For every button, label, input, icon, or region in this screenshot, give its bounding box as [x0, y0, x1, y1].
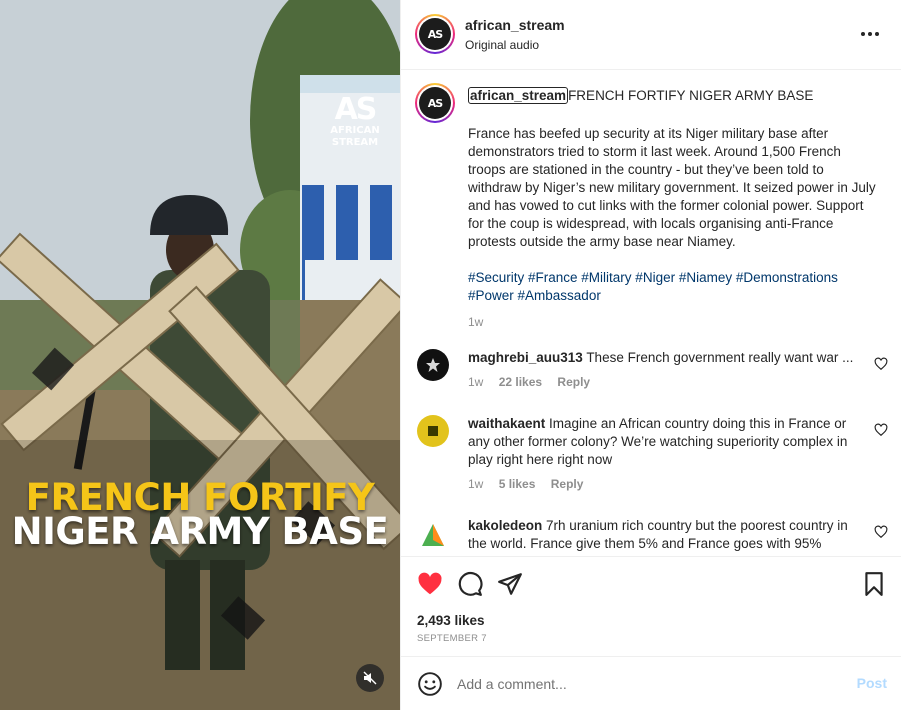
comment-time[interactable]: 1w: [468, 375, 483, 389]
avatar-logo: AS: [419, 87, 451, 119]
post-header: AS african_stream Original audio: [401, 0, 901, 70]
comment-text-block: waithakaent Imagine an African country d…: [468, 415, 868, 469]
comment-text: These French government really want war …: [586, 350, 854, 365]
caption-hashtags[interactable]: #Security #France #Military #Niger #Niam…: [468, 269, 878, 305]
badge-avatar-icon: [428, 426, 438, 436]
commenter-avatar[interactable]: [417, 415, 449, 447]
share-icon[interactable]: [497, 571, 523, 597]
post-actions: 2,493 likes SEPTEMBER 7: [401, 556, 901, 656]
flag-avatar-icon: [422, 524, 444, 546]
comment-composer: Post: [401, 656, 901, 710]
mute-button[interactable]: [356, 664, 384, 692]
post-details-panel: AS african_stream Original audio AS afri…: [400, 0, 901, 710]
caption-title: FRENCH FORTIFY NIGER ARMY BASE: [568, 88, 814, 103]
caption-avatar[interactable]: AS: [415, 83, 455, 123]
comment-time[interactable]: 1w: [468, 477, 483, 491]
emoji-icon[interactable]: [417, 671, 443, 697]
heart-outline-icon[interactable]: [874, 525, 888, 539]
avatar-logo: AS: [419, 18, 451, 50]
reply-button[interactable]: Reply: [551, 477, 584, 491]
comment-username[interactable]: kakoledeon: [468, 518, 542, 533]
heart-outline-icon[interactable]: [874, 423, 888, 437]
likes-count[interactable]: 2,493 likes: [417, 613, 485, 628]
african-stream-watermark: AS AFRICAN STREAM: [310, 95, 400, 149]
heart-filled-icon[interactable]: [417, 571, 443, 597]
more-horizontal-icon: [861, 32, 865, 36]
post-caption: african_stream FRENCH FORTIFY NIGER ARMY …: [468, 87, 878, 331]
post-media[interactable]: AS AFRICAN STREAM FRENCH FORTIFY NIGER A…: [0, 0, 400, 710]
caption-body: France has beefed up security at its Nig…: [468, 126, 876, 249]
comment-username[interactable]: waithakaent: [468, 416, 545, 431]
comment-text-block: maghrebi_auu313 These French government …: [468, 349, 868, 367]
more-options-button[interactable]: [861, 26, 881, 42]
comment-username[interactable]: maghrebi_auu313: [468, 350, 583, 365]
comment-input[interactable]: [457, 672, 837, 696]
post-date: SEPTEMBER 7: [417, 633, 487, 644]
speaker-muted-icon: [363, 671, 377, 685]
caption-timestamp[interactable]: 1w: [468, 313, 878, 331]
author-avatar[interactable]: AS: [415, 14, 455, 54]
author-username[interactable]: african_stream: [465, 17, 565, 33]
comment-text-block: kakoledeon 7rh uranium rich country but …: [468, 517, 868, 553]
commenter-avatar[interactable]: [417, 519, 449, 551]
commenter-avatar[interactable]: [417, 349, 449, 381]
comment-icon[interactable]: [457, 571, 483, 597]
caption-username[interactable]: african_stream: [468, 87, 569, 104]
bookmark-icon[interactable]: [861, 571, 887, 597]
comments-scroll-area[interactable]: AS african_stream FRENCH FORTIFY NIGER AR…: [401, 71, 901, 555]
star-avatar-icon: [426, 358, 440, 372]
post-button[interactable]: Post: [857, 675, 887, 691]
comment-likes[interactable]: 5 likes: [499, 477, 536, 491]
logo-text-african: AFRICAN: [330, 125, 380, 136]
comment-meta: 1w 5 likes Reply: [468, 477, 595, 491]
logo-text-stream: STREAM: [331, 137, 379, 148]
as-logo-mark: AS: [334, 92, 378, 127]
reply-button[interactable]: Reply: [557, 375, 590, 389]
headline-line-2: NIGER ARMY BASE: [11, 510, 389, 553]
heart-outline-icon[interactable]: [874, 357, 888, 371]
audio-label[interactable]: Original audio: [465, 38, 539, 52]
comment-meta: 1w 22 likes Reply: [468, 375, 602, 389]
comment-likes[interactable]: 22 likes: [499, 375, 542, 389]
